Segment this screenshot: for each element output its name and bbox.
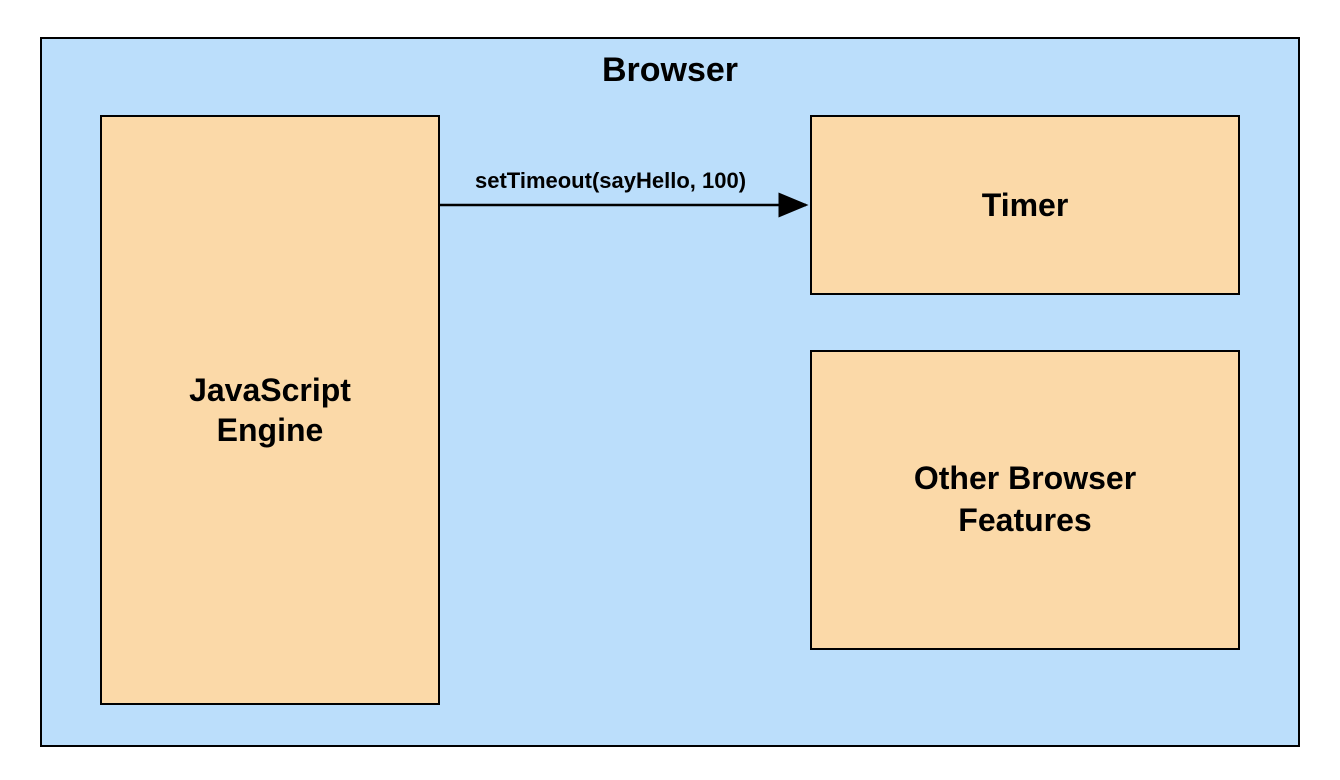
timer-label: Timer (982, 187, 1069, 224)
js-engine-label: JavaScript Engine (189, 370, 351, 450)
browser-title: Browser (42, 51, 1298, 90)
timer-box: Timer (810, 115, 1240, 295)
js-engine-box: JavaScript Engine (100, 115, 440, 705)
other-features-label: Other Browser Features (914, 458, 1136, 541)
other-features-box: Other Browser Features (810, 350, 1240, 650)
arrow-label: setTimeout(sayHello, 100) (475, 168, 746, 194)
diagram-canvas: Browser JavaScript Engine Timer Other Br… (0, 0, 1340, 780)
